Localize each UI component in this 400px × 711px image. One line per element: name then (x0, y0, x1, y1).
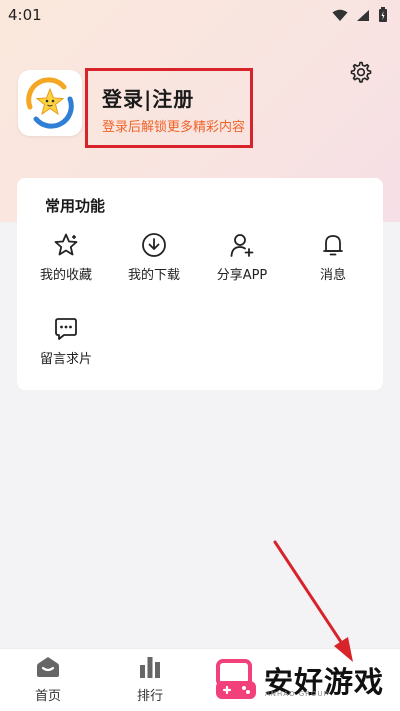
share-user-icon (230, 234, 254, 257)
watermark-subtext: ANHAO GROUP (265, 690, 329, 698)
bell-icon (323, 235, 343, 256)
settings-gear-icon[interactable] (348, 60, 372, 84)
watermark-logo: 安好游戏 (214, 652, 384, 708)
star-icon (54, 233, 78, 256)
feature-downloads[interactable]: 我的下载 (116, 232, 192, 283)
status-time: 4:01 (8, 6, 42, 24)
battery-icon (379, 7, 387, 22)
avatar[interactable] (18, 70, 82, 136)
feature-share-app[interactable]: 分享APP (204, 232, 280, 283)
profile-section (18, 70, 82, 136)
tab-home[interactable]: 首页 (18, 655, 78, 704)
login-subtitle: 登录后解锁更多精彩内容 (102, 120, 246, 135)
message-icon (55, 318, 77, 340)
app-logo-icon (26, 77, 74, 129)
tab-ranking[interactable]: 排行 (120, 655, 180, 704)
card-title: 常用功能 (45, 197, 106, 215)
feature-messages[interactable]: 消息 (295, 232, 371, 283)
feature-request-movie[interactable]: 留言求片 (28, 316, 104, 367)
signal-icon (357, 9, 369, 21)
ranking-icon (140, 657, 160, 678)
status-bar: 4:01 (0, 0, 400, 30)
feature-favorites[interactable]: 我的收藏 (28, 232, 104, 283)
wifi-icon (332, 9, 348, 21)
home-icon (37, 657, 59, 677)
login-register-button[interactable]: 登录|注册 登录后解锁更多精彩内容 (85, 68, 253, 148)
common-functions-card: 常用功能 我的收藏 我的下载 分享APP 消息 留言求片 (17, 178, 383, 390)
download-icon (142, 233, 166, 257)
login-title: 登录|注册 (102, 87, 195, 111)
gamepad-logo-icon (216, 659, 256, 699)
